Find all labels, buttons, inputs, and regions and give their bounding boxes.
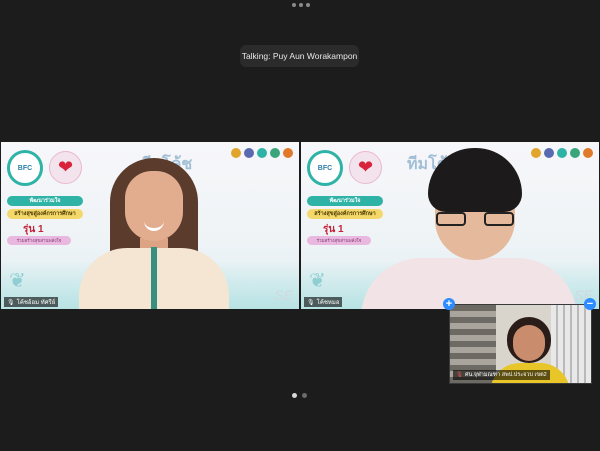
talking-indicator: Talking: Puy Aun Worakampon [240,45,359,67]
bfc-logo-icon: BFC [307,150,343,186]
pink-pill-label: ร่วมสร้างสุขสานพลังใจ [307,236,371,245]
participant-name: ศน.จุฬามณฑา สพป.ประจวบ เขต2 [464,372,547,378]
pagination-dots[interactable] [292,393,307,398]
pink-pill-label: ร่วมสร้างสุขสานพลังใจ [7,236,71,245]
yellow-pill-label: สร้างสุขสู่องค์กรการศึกษา [7,209,83,219]
watermark: SE [274,287,293,303]
heart-logo-icon: ❤ [49,151,82,184]
self-view-tile[interactable]: 🎙 ศน.จุฬามณฑา สพป.ประจวบ เขต2 [449,304,592,384]
heart-logo-icon: ❤ [349,151,382,184]
page-dot-1[interactable] [292,393,297,398]
participant-lanyard [151,247,157,309]
more-dots-icon[interactable] [292,3,310,7]
mic-icon: 🎙 [7,299,15,306]
mic-muted-icon: 🎙 [456,372,463,378]
participant-glasses [436,212,514,228]
participant-name-tag: 🎙 โค้ชอ้อม ทัศรีย์ [4,297,59,307]
video-tile-right[interactable]: BFC ❤ ทีมโค้ช พัฒนาร่วมใจ สร้างสุขสู่องค… [301,142,599,309]
participant-name: โค้ชอ้อม ทัศรีย์ [16,300,56,306]
minimize-button[interactable]: − [584,298,596,310]
partner-logos [231,148,293,158]
butterfly-icon: ❦ [9,270,26,292]
video-tile-left[interactable]: BFC ❤ ทีมโค้ช พัฒนาร่วมใจ สร้างสุขสู่องค… [1,142,299,309]
butterfly-icon: ❦ [309,270,326,292]
yellow-pill-label: สร้างสุขสู่องค์กรการศึกษา [307,209,383,219]
add-button[interactable]: + [443,298,455,310]
participant-body [361,258,577,309]
participant-face [513,325,545,361]
partner-logos [531,148,593,158]
bfc-logo-icon: BFC [7,150,43,186]
participant-name: โค้ชหมอ [316,300,340,306]
participant-name-tag: 🎙 โค้ชหมอ [304,297,343,307]
teal-pill-label: พัฒนาร่วมใจ [307,196,383,206]
participant-name-tag: 🎙 ศน.จุฬามณฑา สพป.ประจวบ เขต2 [453,370,550,380]
batch-label: รุ่น 1 [23,224,44,235]
page-dot-2[interactable] [302,393,307,398]
batch-label: รุ่น 1 [323,224,344,235]
mic-icon: 🎙 [307,299,315,306]
teal-pill-label: พัฒนาร่วมใจ [7,196,83,206]
